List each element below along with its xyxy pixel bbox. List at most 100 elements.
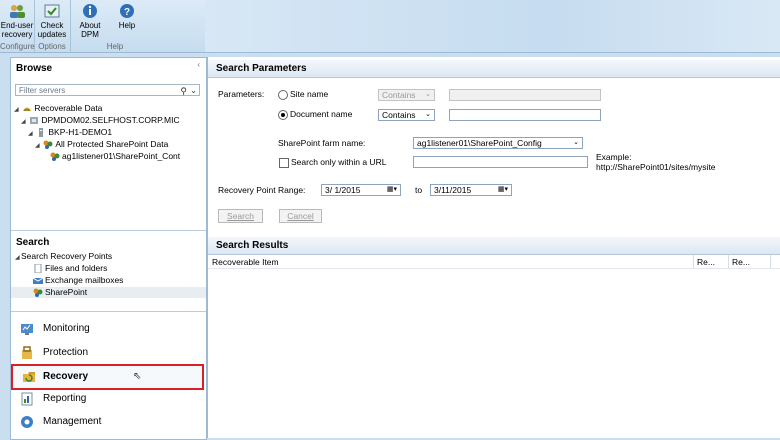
tree-item-recoverable-data[interactable]: ◢ Recoverable Data <box>11 102 206 114</box>
tree-item-all-sharepoint[interactable]: ◢ All Protected SharePoint Data <box>11 138 206 150</box>
group-label-help: Help <box>106 42 124 51</box>
recovery-icon <box>23 372 35 382</box>
search-sharepoint[interactable]: SharePoint <box>11 287 206 298</box>
tree-label: ag1listener01\SharePoint_Cont <box>62 151 181 161</box>
expand-arrow-icon[interactable]: ◢ <box>14 104 20 114</box>
check-updates-icon <box>44 4 60 18</box>
server-icon <box>39 128 44 138</box>
recovery-label: recovery <box>1 30 33 39</box>
search-results-header: Search Results <box>208 237 780 255</box>
from-date-picker[interactable]: 3/ 1/2015 ▦▾ <box>321 184 401 196</box>
calendar-icon[interactable]: ▦▾ <box>387 185 397 195</box>
nav-reporting[interactable]: Reporting <box>11 388 206 410</box>
document-name-label: Document name <box>290 109 353 119</box>
mailbox-icon <box>33 277 43 285</box>
ribbon-group-options: Check updates Options <box>34 0 71 52</box>
column-re-1[interactable]: Re... <box>697 256 715 268</box>
collapse-icon[interactable]: ‹ <box>197 60 200 69</box>
url-only-checkbox[interactable] <box>279 158 289 168</box>
example-url: http://SharePoint01/sites/mysite <box>596 162 716 172</box>
document-name-radio[interactable] <box>278 110 288 120</box>
divider <box>11 311 206 312</box>
check-updates-button[interactable]: Check updates <box>34 0 70 39</box>
expand-arrow-icon[interactable]: ◢ <box>21 116 27 126</box>
nav-protection[interactable]: Protection <box>11 342 206 364</box>
column-divider[interactable] <box>693 255 694 268</box>
divider <box>11 230 206 231</box>
to-date-picker[interactable]: 3/11/2015 ▦▾ <box>430 184 512 196</box>
column-recoverable-item[interactable]: Recoverable Item <box>212 256 279 268</box>
column-divider[interactable] <box>728 255 729 268</box>
help-button[interactable]: ? Help <box>109 0 145 30</box>
nav-label: Protection <box>43 347 89 358</box>
about-dpm-button[interactable]: About DPM <box>72 0 108 39</box>
tree-item-sharepoint-content[interactable]: ag1listener01\SharePoint_Cont <box>11 150 206 162</box>
check-label: Check <box>40 21 64 30</box>
farm-name-value: ag1listener01\SharePoint_Config <box>417 138 542 148</box>
nav-monitoring[interactable]: Monitoring <box>11 318 206 340</box>
search-icon[interactable]: ⚲ <box>180 85 187 97</box>
ribbon-background <box>205 0 780 52</box>
filter-servers-input[interactable]: Filter servers ⚲ ⌄ <box>15 84 200 96</box>
condition-value: Contains <box>382 90 416 100</box>
search-item-label: SharePoint <box>45 287 88 297</box>
tree-label: All Protected SharePoint Data <box>55 139 169 149</box>
help-label: Help <box>118 21 136 30</box>
results-column-header: Recoverable Item Re... Re... <box>208 255 780 269</box>
search-button[interactable]: Search <box>218 209 263 223</box>
url-input[interactable] <box>413 156 588 168</box>
chevron-down-icon: ⌄ <box>573 139 579 146</box>
group-label-configure: Configure <box>0 42 35 51</box>
protection-icon <box>22 346 32 359</box>
column-re-2[interactable]: Re... <box>732 256 750 268</box>
ribbon-group-configure: End-user recovery Configure <box>0 0 35 52</box>
tree-label: Recoverable Data <box>34 103 103 113</box>
nav-label: Recovery <box>43 371 89 382</box>
dpm-label: DPM <box>81 30 99 39</box>
expand-arrow-icon[interactable]: ◢ <box>35 140 41 150</box>
nav-label: Management <box>43 416 102 427</box>
user-group-icon <box>10 5 25 18</box>
nav-label: Reporting <box>43 393 87 404</box>
expand-arrow-icon[interactable]: ◢ <box>28 128 34 138</box>
tree-label: BKP-H1-DEMO1 <box>48 127 113 137</box>
column-divider[interactable] <box>770 255 771 268</box>
ribbon: End-user recovery Configure Check update… <box>0 0 780 53</box>
navigation-pane: Browse ‹ Filter servers ⚲ ⌄ ◢ Recoverabl… <box>10 57 207 440</box>
browse-tree: ◢ Recoverable Data ◢ DPMDOM02.SELFHOST.C… <box>11 102 206 162</box>
range-label: Recovery Point Range: <box>218 185 306 195</box>
search-recovery-points[interactable]: ◢Search Recovery Points <box>11 251 210 262</box>
chevron-down-icon[interactable]: ⌄ <box>190 85 197 97</box>
farm-name-select[interactable]: ag1listener01\SharePoint_Config ⌄ <box>413 137 583 149</box>
updates-label: updates <box>37 30 67 39</box>
site-name-input[interactable] <box>449 89 601 101</box>
monitoring-icon <box>21 324 33 335</box>
search-item-label: Exchange mailboxes <box>45 275 124 285</box>
farm-name-label: SharePoint farm name: <box>278 138 366 148</box>
cancel-button[interactable]: Cancel <box>279 209 322 223</box>
condition-value: Contains <box>382 110 416 120</box>
sharepoint-icon <box>43 140 53 150</box>
tree-item-server[interactable]: ◢ BKP-H1-DEMO1 <box>11 126 206 138</box>
tree-item-domain[interactable]: ◢ DPMDOM02.SELFHOST.CORP.MIC <box>11 114 206 126</box>
file-icon <box>34 264 42 274</box>
content-pane: Search Parameters Parameters: Site name … <box>207 57 780 438</box>
search-title: Search <box>16 237 50 248</box>
end-user-recovery-button[interactable]: End-user recovery <box>0 0 34 39</box>
document-name-condition-select[interactable]: Contains ⌄ <box>378 109 435 121</box>
from-date-value: 3/ 1/2015 <box>325 185 361 195</box>
url-only-label: Search only within a URL <box>291 157 387 167</box>
site-name-label: Site name <box>290 89 329 99</box>
calendar-icon[interactable]: ▦▾ <box>498 185 508 195</box>
site-name-radio[interactable] <box>278 90 288 100</box>
nav-recovery[interactable]: Recovery ⇖ <box>11 364 204 390</box>
search-files-folders[interactable]: Files and folders <box>11 263 228 274</box>
site-name-condition-select[interactable]: Contains ⌄ <box>378 89 435 101</box>
chevron-down-icon: ⌄ <box>425 91 431 98</box>
document-name-input[interactable] <box>449 109 601 121</box>
ribbon-group-help: About DPM ? Help Help <box>70 0 206 52</box>
recoverable-data-icon <box>23 107 32 112</box>
search-item-label: Files and folders <box>45 263 108 273</box>
nav-management[interactable]: Management <box>11 411 206 433</box>
search-exchange-mailboxes[interactable]: Exchange mailboxes <box>11 275 228 286</box>
